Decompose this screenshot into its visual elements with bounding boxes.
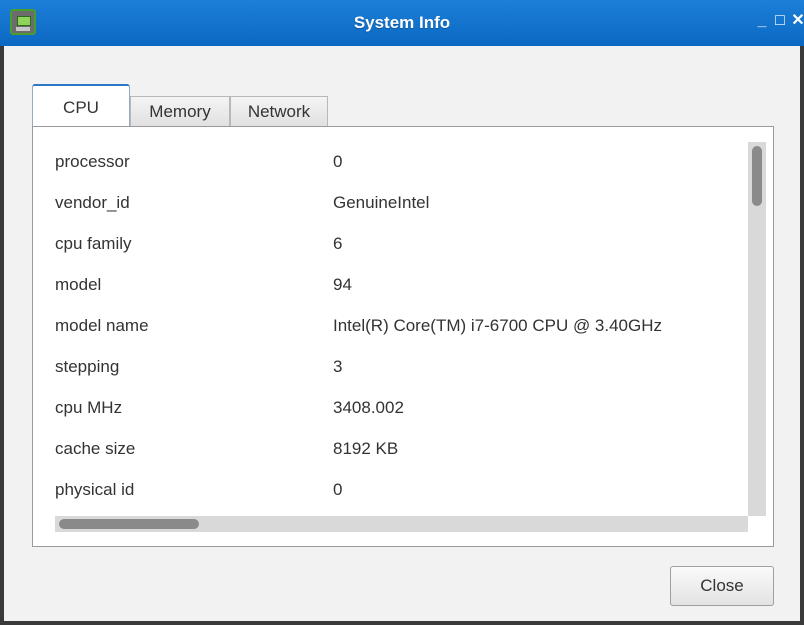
tab-cpu[interactable]: CPU [32, 84, 130, 126]
cpu-info-value: 3 [333, 357, 343, 376]
list-item: cache size 8192 KB [33, 429, 761, 469]
minimize-icon[interactable]: _ [753, 12, 771, 30]
title-bar[interactable]: System Info _ □ ✕ [0, 0, 804, 46]
cpu-info-value: 6 [333, 234, 343, 253]
cpu-info-key: cpu MHz [55, 398, 123, 417]
maximize-icon[interactable]: □ [771, 12, 789, 30]
cpu-info-value: 0 [333, 152, 343, 171]
cpu-info-key: processor [55, 152, 130, 171]
cpu-info-key: vendor_id [55, 193, 130, 212]
close-window-icon[interactable]: ✕ [789, 12, 804, 30]
cpu-info-key: cache size [55, 439, 136, 458]
list-item: processor 0 [33, 142, 761, 182]
list-item: vendor_id GenuineIntel [33, 183, 761, 223]
vertical-scrollbar[interactable] [748, 142, 766, 516]
horizontal-scroll-thumb[interactable] [59, 519, 199, 529]
tab-memory[interactable]: Memory [130, 96, 230, 126]
list-item: model name Intel(R) Core(TM) i7-6700 CPU… [33, 306, 761, 346]
cpu-info-key: cpu family [55, 234, 132, 253]
cpu-info-key: physical id [55, 480, 135, 499]
cpu-info-key: model name [55, 316, 149, 335]
tab-network[interactable]: Network [230, 96, 328, 126]
cpu-info-value: 8192 KB [333, 439, 399, 458]
vertical-scroll-thumb[interactable] [752, 146, 762, 206]
cpu-info-value: 94 [333, 275, 352, 294]
cpu-info-value: 3408.002 [333, 398, 404, 417]
list-item: stepping 3 [33, 347, 761, 387]
cpu-info-value: GenuineIntel [333, 193, 430, 212]
list-item: model 94 [33, 265, 761, 305]
cpu-info-key: model [55, 275, 102, 294]
cpu-info-list: processor 0 vendor_id GenuineIntel cpu f… [33, 127, 761, 517]
cpu-info-value: Intel(R) Core(TM) i7-6700 CPU @ 3.40GHz [333, 316, 663, 335]
list-item: cpu family 6 [33, 224, 761, 264]
cpu-info-panel: processor 0 vendor_id GenuineIntel cpu f… [32, 126, 774, 547]
horizontal-scrollbar[interactable] [55, 516, 748, 532]
list-item: physical id 0 [33, 470, 761, 510]
list-item: cpu MHz 3408.002 [33, 388, 761, 428]
window-title: System Info [353, 13, 451, 32]
cpu-info-value: 0 [333, 480, 343, 499]
close-button[interactable]: Close [670, 566, 774, 606]
cpu-info-key: stepping [55, 357, 120, 376]
